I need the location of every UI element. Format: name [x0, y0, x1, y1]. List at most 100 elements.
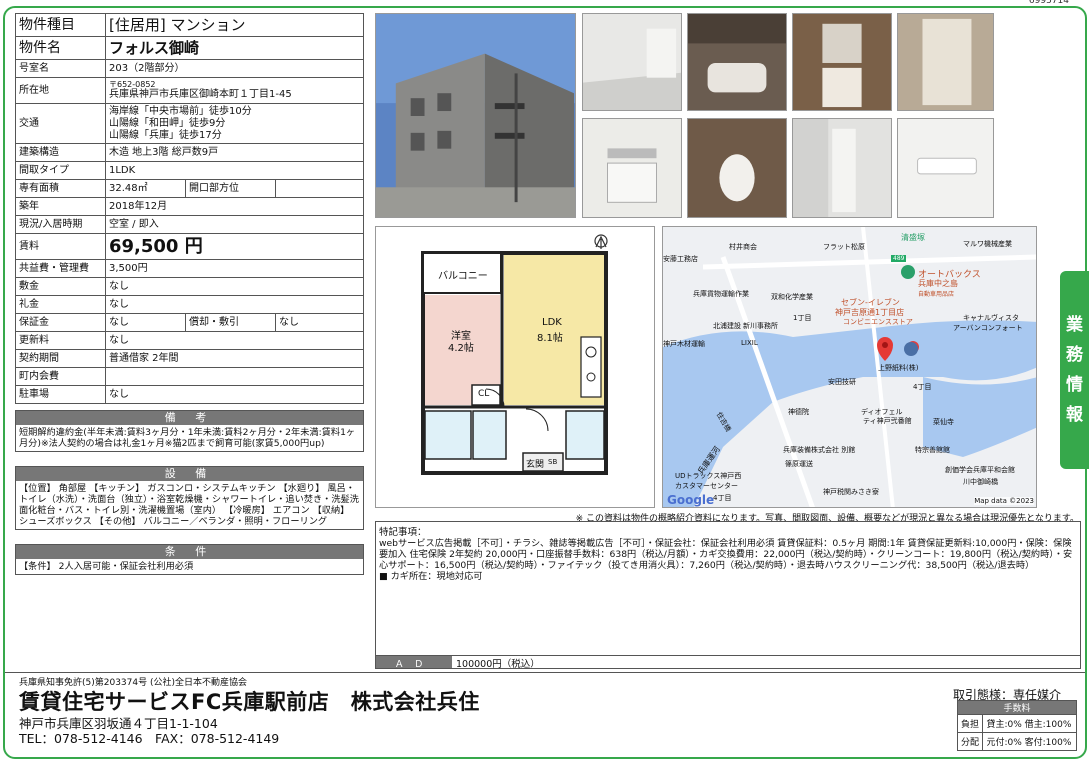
- label-layout: 間取タイプ: [15, 161, 106, 180]
- shop-name: 賃貸住宅サービスFC兵庫駅前店 株式会社兵住: [19, 690, 480, 714]
- remarks-heading: 特記事項：: [379, 527, 427, 538]
- exterior-photo[interactable]: [375, 13, 576, 218]
- value-name: フォルス御崎: [105, 36, 364, 60]
- map-credit: Map data ©2023: [974, 497, 1034, 505]
- label-amortization: 償却・敷引: [185, 313, 276, 332]
- remarks-box: 特記事項： webサービス広告掲載［不可］・チラシ、雑誌等掲載広告［不可］・保証…: [375, 521, 1081, 669]
- map-label: 神德院: [788, 408, 809, 416]
- map-label: 特宗善館館: [915, 446, 950, 454]
- label-entrance: 玄関: [526, 460, 545, 470]
- toilet-room: [565, 410, 605, 460]
- tab-char: 情: [1066, 375, 1083, 395]
- interior-photo-1[interactable]: [582, 13, 682, 111]
- label-status: 現況/入居時期: [15, 215, 106, 234]
- map-label: アーバンコンフォート: [953, 324, 1023, 332]
- map-label: UDトラックス神戸西: [675, 472, 742, 480]
- fee-split-value: 元付:0% 客付:100%: [982, 732, 1077, 751]
- map-label: 神戸木材運輸: [663, 340, 705, 348]
- floor-plan[interactable]: バルコニー 洋室 4.2帖 LDK 8.1帖 CL 玄関 SB: [375, 226, 655, 508]
- zip-code: 〒652-0852: [109, 80, 156, 89]
- equipment-section: 設 備 【位置】 角部屋 【キッチン】 ガスコンロ・システムキッチン 【水廻り】…: [15, 466, 364, 530]
- ad-row: ＡＤ 100000円（税込）: [375, 655, 1081, 670]
- value-rent: 69,500 円: [105, 233, 364, 260]
- label-key-money: 礼金: [15, 295, 106, 314]
- fee-heading: 手数料: [957, 700, 1077, 715]
- label-built: 築年: [15, 197, 106, 216]
- value-status: 空室 / 即入: [105, 215, 364, 234]
- map-label: 自動車用品店: [918, 291, 955, 298]
- kitchen-photo[interactable]: [582, 118, 682, 218]
- footer: 兵庫県知事免許(5)第203374号 (公社)全日本不動産協会 賃貸住宅サービス…: [5, 672, 1085, 757]
- tab-char: 務: [1066, 345, 1083, 365]
- map-label: マルワ機械産業: [963, 240, 1012, 248]
- conditions-heading: 条 件: [16, 545, 363, 559]
- map-label: 489: [891, 255, 907, 262]
- label-closet: CL: [478, 389, 490, 399]
- map-label: カスタマーセンター: [675, 482, 738, 490]
- access-line: 山陽線「兵庫」徒歩17分: [109, 129, 222, 141]
- value-layout: 1LDK: [105, 161, 364, 180]
- value-access: 海岸線「中央市場前」徒歩10分 山陽線「和田岬」徒歩9分 山陽線「兵庫」徒歩17分: [105, 103, 364, 144]
- floor-plan-drawing: [421, 234, 608, 475]
- closet-photo[interactable]: [897, 13, 994, 111]
- map-label: 1丁目: [793, 314, 812, 322]
- label-shoebox: SB: [548, 458, 558, 466]
- ad-value: 100000円（税込）: [456, 659, 540, 670]
- label-guarantee: 保証金: [15, 313, 106, 332]
- location-map[interactable]: 清盛塚 村井商会 フラット松原 マルワ機械産業 安藤工務店 兵庫貨物運輸作業 双…: [662, 226, 1037, 508]
- fee-split-label: 分配: [956, 732, 984, 751]
- notes-heading: 備 考: [16, 411, 363, 425]
- map-label: 4丁目: [913, 383, 932, 391]
- aircon-photo[interactable]: [897, 118, 994, 218]
- remarks-body: webサービス広告掲載［不可］・チラシ、雑誌等掲載広告［不可］・保証会社：保証会…: [379, 538, 1073, 571]
- ad-label: ＡＤ: [376, 656, 452, 670]
- bathroom: [424, 410, 472, 460]
- label-ldk: LDK: [542, 317, 562, 328]
- bathroom-photo[interactable]: [687, 13, 787, 111]
- value-renewal-fee: なし: [105, 331, 364, 350]
- map-label: 上野紙料(株): [878, 364, 919, 372]
- label-type: 物件種目: [15, 13, 106, 37]
- label-area: 専有面積: [15, 179, 106, 198]
- label-renewal-fee: 更新料: [15, 331, 106, 350]
- label-address: 所在地: [15, 77, 106, 104]
- value-type: [住居用] マンション: [105, 13, 364, 37]
- fee-table: 手数料 負担 貸主:0% 借主:100% 分配 元付:0% 客付:100%: [956, 700, 1077, 751]
- park-pin-icon: [901, 265, 915, 279]
- map-label: 兵庫貨物運輸作業: [693, 290, 749, 298]
- map-label: 兵庫装備株式会社 別館: [783, 446, 856, 454]
- map-label: キャナルヴィスタ: [963, 314, 1019, 322]
- label-ldk-size: 8.1帖: [537, 333, 563, 344]
- map-label: 神戸税関みさき寮: [823, 488, 879, 496]
- map-label: 兵庫中之島: [918, 279, 958, 288]
- value-deposit: なし: [105, 277, 364, 296]
- label-contract-term: 契約期間: [15, 349, 106, 368]
- map-label: 創価学会兵庫平和会館: [945, 466, 1015, 474]
- shop-phone: TEL：078-512-4146 FAX：078-512-4149: [19, 731, 280, 746]
- toilet-photo[interactable]: [687, 118, 787, 218]
- value-room: 203（2階部分）: [105, 59, 364, 78]
- label-direction: 開口部方位: [185, 179, 276, 198]
- value-key-money: なし: [105, 295, 364, 314]
- map-label: 菜仙寺: [933, 418, 954, 426]
- google-logo: Google: [667, 493, 715, 507]
- map-label: ティ神戸弐番館: [863, 417, 912, 425]
- map-label: コンビニエンスストア: [843, 318, 913, 326]
- value-guarantee: なし: [105, 313, 186, 332]
- access-line: 海岸線「中央市場前」徒歩10分: [109, 105, 252, 117]
- hallway-photo[interactable]: [792, 118, 892, 218]
- business-info-tab[interactable]: 業 務 情 報: [1060, 271, 1089, 469]
- label-structure: 建築構造: [15, 143, 106, 162]
- notes-body: 短期解約違約金(半年未満:賃料3ヶ月分・1年未満:賃料2ヶ月分・2年未満:賃料1…: [19, 427, 356, 449]
- map-label: 双和化学産業: [771, 293, 813, 301]
- label-deposit: 敷金: [15, 277, 106, 296]
- fee-burden-value: 貸主:0% 借主:100%: [982, 714, 1077, 733]
- vanity-photo[interactable]: [792, 13, 892, 111]
- map-label: 篠原運送: [785, 460, 813, 468]
- label-room: 号室名: [15, 59, 106, 78]
- conditions-section: 条 件 【条件】 2人入居可能・保証会社利用必須: [15, 544, 364, 575]
- value-contract-term: 普通借家 2年間: [105, 349, 364, 368]
- value-town-fee: [105, 367, 364, 386]
- value-management-fee: 3,500円: [105, 259, 364, 278]
- value-direction: [275, 179, 364, 198]
